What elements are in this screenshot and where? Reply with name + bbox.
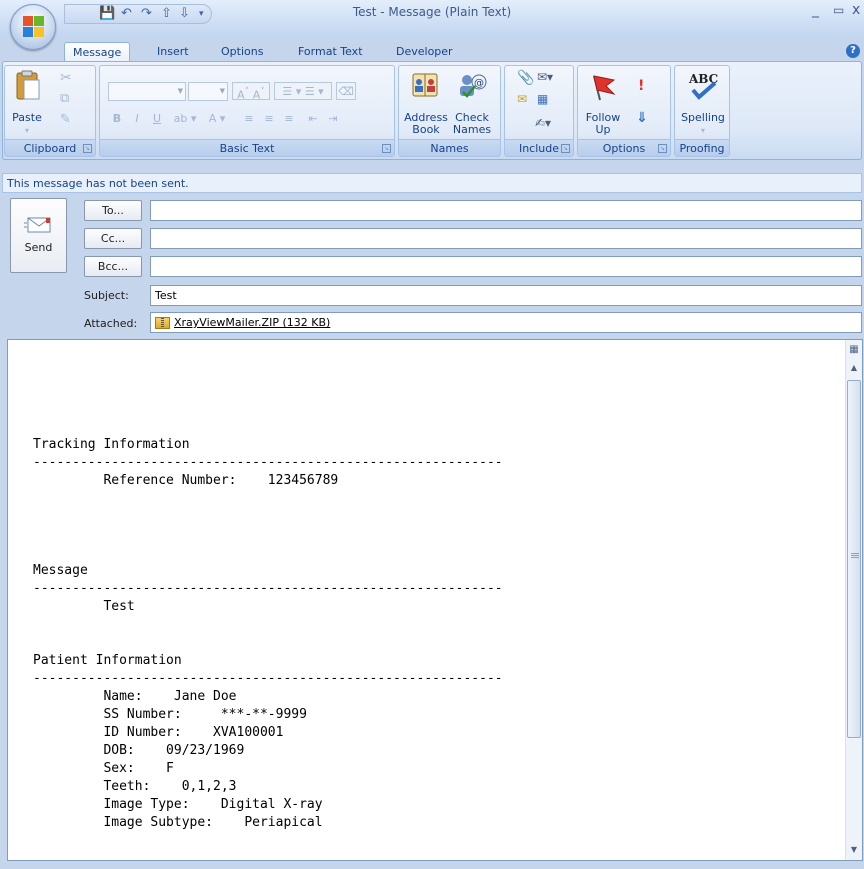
- close-button[interactable]: x: [852, 2, 860, 18]
- tab-options[interactable]: Options: [213, 42, 271, 62]
- basic-text-group: ▼ ▼ A˄ A˅ ☰ ▾ ☰ ▾ ⌫ B I U ab ▾ A ▾ ≡ ≡ ≡…: [99, 65, 395, 157]
- font-color-button[interactable]: A ▾: [202, 110, 232, 128]
- bcc-field[interactable]: [150, 256, 862, 277]
- scroll-thumb[interactable]: [847, 380, 861, 738]
- align-right-icon[interactable]: ≡: [280, 110, 298, 128]
- clipboard-label: Clipboard: [23, 142, 77, 155]
- ruler-toggle-icon[interactable]: ▦: [846, 342, 862, 358]
- spelling-dropdown-icon[interactable]: ▾: [677, 125, 729, 137]
- tab-developer[interactable]: Developer: [388, 42, 461, 62]
- align-center-icon[interactable]: ≡: [260, 110, 278, 128]
- minimize-button[interactable]: _: [812, 2, 819, 18]
- calendar-icon[interactable]: ▦: [537, 92, 548, 106]
- basic-text-label: Basic Text: [219, 142, 275, 155]
- message-body[interactable]: Tracking Information -------------------…: [7, 339, 863, 861]
- options-group-label: Options: [578, 139, 670, 156]
- options-label: Options: [602, 142, 646, 155]
- tab-format-text[interactable]: Format Text: [290, 42, 371, 62]
- include-group: 📎 ✉▾ ✉ ▦ ✍▾ Include ↘: [504, 65, 574, 157]
- grow-shrink-font-button[interactable]: A˄ A˅: [232, 82, 270, 102]
- names-label: Names: [430, 142, 469, 155]
- tab-insert[interactable]: Insert: [149, 42, 197, 62]
- include-launcher-icon[interactable]: ↘: [561, 144, 570, 153]
- zip-file-icon: [155, 317, 170, 329]
- attach-item-icon[interactable]: ✉▾: [537, 70, 553, 84]
- clipboard-launcher-icon[interactable]: ↘: [83, 144, 92, 153]
- copy-icon[interactable]: ⧉: [60, 91, 69, 106]
- spelling-icon[interactable]: ABC: [685, 70, 721, 102]
- proofing-label: Proofing: [679, 142, 725, 155]
- attachment-link[interactable]: XrayViewMailer.ZIP (132 KB): [174, 316, 330, 329]
- cc-button[interactable]: Cc...: [84, 228, 142, 249]
- business-card-icon[interactable]: ✉: [517, 92, 527, 106]
- format-painter-icon[interactable]: ✎: [60, 112, 71, 127]
- info-bar: This message has not been sent.: [2, 173, 862, 193]
- clear-formatting-icon[interactable]: ⌫: [336, 82, 356, 100]
- follow-up-flag-icon[interactable]: [588, 72, 618, 102]
- check-names-icon[interactable]: @: [457, 70, 491, 100]
- italic-button[interactable]: I: [128, 110, 146, 128]
- bold-button[interactable]: B: [108, 110, 126, 128]
- spelling-button[interactable]: Spelling: [677, 112, 729, 124]
- to-field[interactable]: [150, 200, 862, 221]
- font-size-combo[interactable]: ▼: [188, 82, 228, 101]
- signature-icon[interactable]: ✍▾: [535, 116, 551, 130]
- low-importance-icon[interactable]: ⇓: [636, 110, 648, 126]
- attach-file-icon[interactable]: 📎: [517, 70, 534, 86]
- send-button[interactable]: Send: [10, 198, 67, 273]
- title-bar: 💾 ↶ ↷ ⇧ ⇩ ▾ Test - Message (Plain Text) …: [0, 0, 864, 50]
- ribbon: Paste ▾ ✂ ⧉ ✎ Clipboard ↘ ▼ ▼ A˄ A˅ ☰ ▾ …: [2, 61, 862, 160]
- address-book-button[interactable]: Address Book: [403, 112, 449, 136]
- subject-field[interactable]: Test: [150, 285, 862, 306]
- tab-message[interactable]: Message: [64, 42, 131, 62]
- bcc-button[interactable]: Bcc...: [84, 256, 142, 277]
- basic-text-group-label: Basic Text: [100, 139, 394, 156]
- high-importance-icon[interactable]: !: [638, 78, 644, 94]
- paste-icon[interactable]: [15, 70, 41, 102]
- scroll-up-icon[interactable]: ▲: [846, 360, 862, 376]
- paste-button[interactable]: Paste: [9, 112, 45, 124]
- attachments-field[interactable]: XrayViewMailer.ZIP (132 KB): [150, 312, 862, 333]
- include-label: Include: [518, 142, 560, 155]
- cut-icon[interactable]: ✂: [60, 70, 72, 86]
- attached-label: Attached:: [84, 317, 138, 330]
- basic-text-launcher-icon[interactable]: ↘: [382, 144, 391, 153]
- options-launcher-icon[interactable]: ↘: [658, 144, 667, 153]
- help-icon[interactable]: ?: [846, 44, 860, 58]
- vertical-scrollbar[interactable]: ▦ ▲ ▼: [845, 340, 862, 860]
- font-name-combo[interactable]: ▼: [108, 82, 186, 101]
- align-left-icon[interactable]: ≡: [240, 110, 258, 128]
- message-body-text[interactable]: Tracking Information -------------------…: [33, 436, 503, 832]
- bullets-numbering-button[interactable]: ☰ ▾ ☰ ▾: [274, 82, 332, 100]
- to-button[interactable]: To...: [84, 200, 142, 221]
- send-envelope-icon: [24, 215, 54, 235]
- clipboard-group-label: Clipboard: [5, 139, 95, 156]
- office-logo-icon: [23, 16, 45, 38]
- scroll-down-icon[interactable]: ▼: [846, 842, 862, 858]
- underline-button[interactable]: U: [148, 110, 166, 128]
- subject-label: Subject:: [84, 289, 129, 302]
- proofing-group: ABC Spelling ▾ Proofing: [674, 65, 730, 157]
- names-group: @ Address Book Check Names Names: [398, 65, 501, 157]
- follow-up-button[interactable]: Follow Up: [582, 112, 624, 136]
- options-group: Follow Up ! ⇓ Options ↘: [577, 65, 671, 157]
- office-button[interactable]: [10, 4, 56, 50]
- ribbon-tabs: Message Insert Options Format Text Devel…: [0, 38, 864, 62]
- paste-dropdown-icon[interactable]: ▾: [21, 125, 33, 137]
- address-book-icon[interactable]: [411, 72, 439, 98]
- names-group-label: Names: [399, 139, 500, 156]
- highlight-button[interactable]: ab ▾: [170, 110, 200, 128]
- increase-indent-icon[interactable]: ⇥: [324, 110, 342, 128]
- check-names-button[interactable]: Check Names: [449, 112, 495, 136]
- clipboard-group: Paste ▾ ✂ ⧉ ✎ Clipboard ↘: [4, 65, 96, 157]
- send-label: Send: [24, 241, 53, 254]
- maximize-button[interactable]: ▭: [833, 3, 844, 17]
- window-title: Test - Message (Plain Text): [352, 5, 512, 19]
- cc-field[interactable]: [150, 228, 862, 249]
- decrease-indent-icon[interactable]: ⇤: [304, 110, 322, 128]
- proofing-group-label: Proofing: [675, 139, 729, 156]
